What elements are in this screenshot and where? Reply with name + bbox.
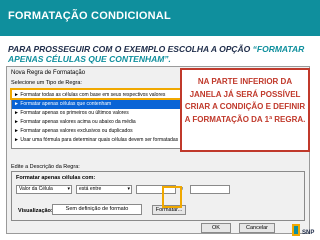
subtitle-prefix: PARA PROSSEGUIR COM O EXEMPLO ESCOLHA A … xyxy=(8,44,251,54)
rule-description-box: Formatar apenas células com: Valor da Cé… xyxy=(11,171,305,221)
operator-value: está entre xyxy=(79,186,102,192)
brand-logo: SNP xyxy=(292,224,314,236)
condition-select[interactable]: Valor da Célula ▾ xyxy=(16,185,72,194)
preview-label: Visualização: xyxy=(18,208,53,214)
preview-text: Sem definição de formato xyxy=(65,206,129,212)
select-rule-label: Selecione um Tipo de Regra: xyxy=(11,80,82,86)
format-preview: Sem definição de formato xyxy=(52,204,142,215)
slide-header: FORMATAÇÃO CONDICIONAL xyxy=(0,0,320,36)
svg-text:SNP: SNP xyxy=(302,230,314,236)
instruction-callout: NA PARTE INFERIOR DA JANELA JÁ SERÁ POSS… xyxy=(180,68,310,152)
slide-title: FORMATAÇÃO CONDICIONAL xyxy=(8,10,171,22)
chevron-down-icon: ▾ xyxy=(127,186,130,192)
ok-button[interactable]: OK xyxy=(201,223,231,233)
operator-select[interactable]: está entre ▾ xyxy=(76,185,132,194)
format-only-label: Formatar apenas células com: xyxy=(16,175,96,181)
dialog-title: Nova Regra de Formatação xyxy=(11,70,86,76)
condition-value: Valor da Célula xyxy=(19,186,53,192)
field-highlight-frame xyxy=(162,186,182,208)
value2-input[interactable] xyxy=(190,185,230,194)
edit-rule-label: Edite a Descrição da Regra: xyxy=(11,164,80,170)
chevron-down-icon: ▾ xyxy=(67,186,70,192)
cancel-button[interactable]: Cancelar xyxy=(239,223,275,233)
callout-text: NA PARTE INFERIOR DA JANELA JÁ SERÁ POSS… xyxy=(184,77,306,124)
slide-subtitle: PARA PROSSEGUIR COM O EXEMPLO ESCOLHA A … xyxy=(8,44,308,64)
